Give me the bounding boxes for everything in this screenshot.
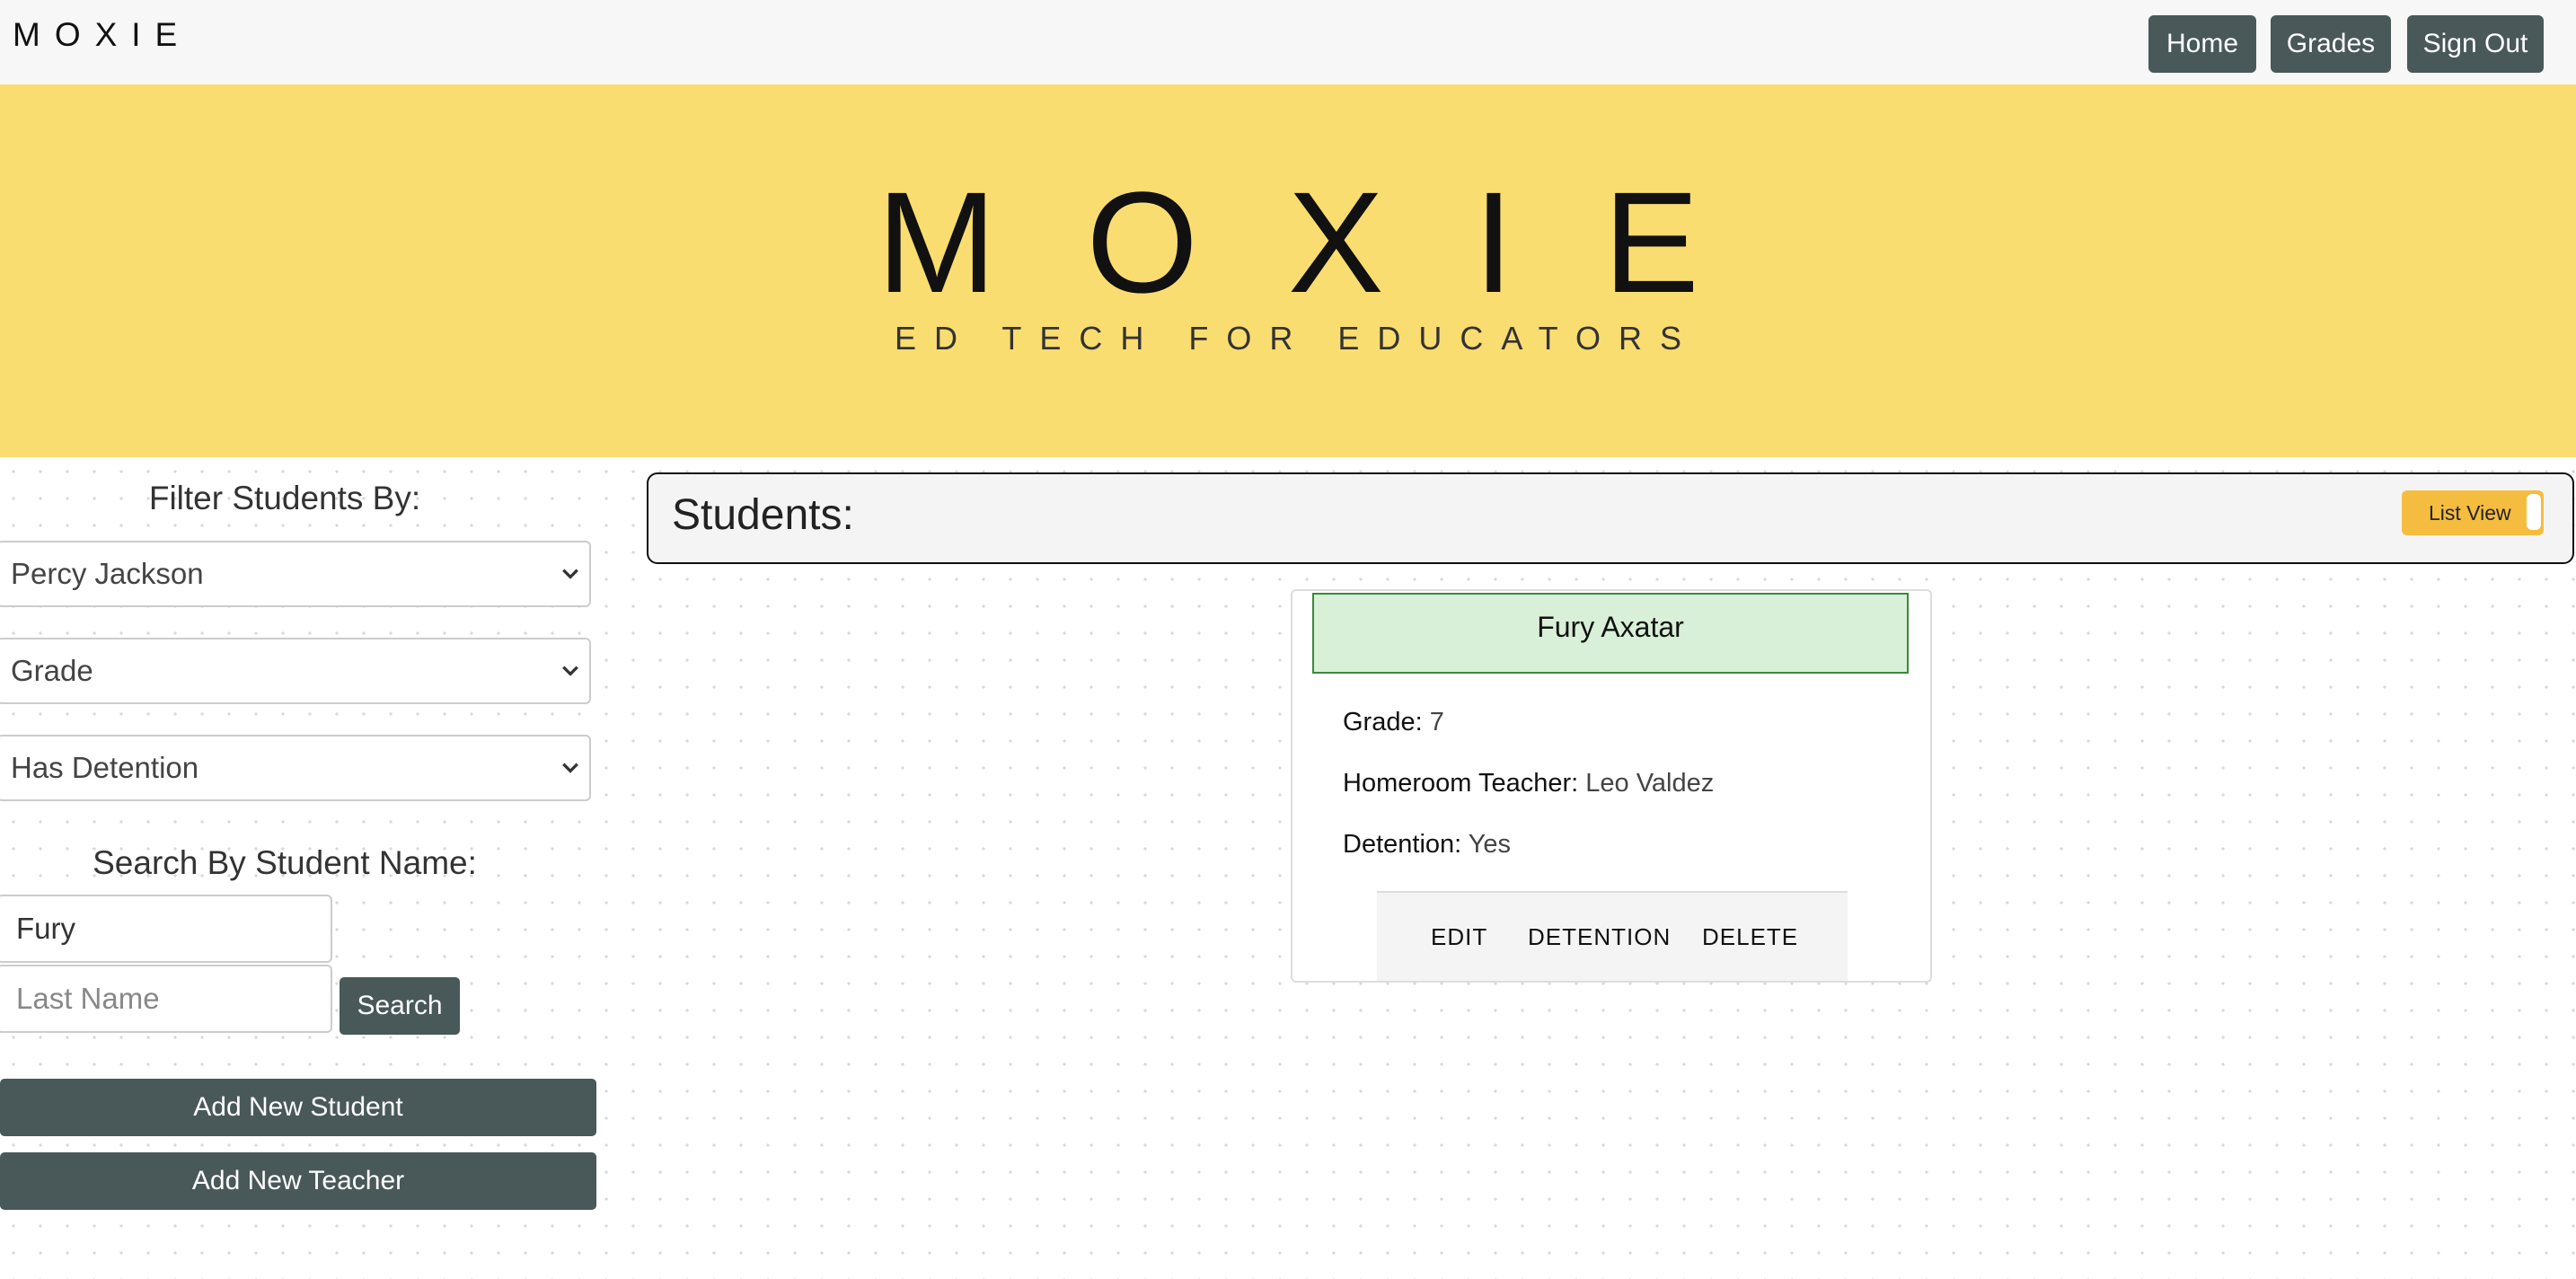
- chevron-down-icon: [562, 569, 578, 579]
- student-card-header: Fury Axatar: [1312, 593, 1909, 674]
- student-name: Fury Axatar: [1537, 611, 1684, 643]
- student-grade: Grade: 7: [1343, 708, 1444, 737]
- filter-title: Filter Students By:: [148, 480, 421, 516]
- grade-value: 7: [1429, 708, 1444, 737]
- hero-tagline: ED TECH FOR EDUCATORS: [894, 320, 1700, 357]
- first-name-input[interactable]: Fury: [0, 895, 332, 963]
- grade-label: Grade:: [1343, 708, 1423, 737]
- sign-out-button[interactable]: Sign Out: [2407, 15, 2544, 73]
- delete-button[interactable]: DELETE: [1702, 923, 1798, 951]
- detention-label: Detention:: [1343, 830, 1462, 859]
- grades-button[interactable]: Grades: [2271, 15, 2391, 73]
- home-button[interactable]: Home: [2148, 15, 2256, 73]
- detention-value: Yes: [1468, 830, 1512, 859]
- hero-logo: MOXIE: [877, 162, 1789, 322]
- hero-banner: MOXIE ED TECH FOR EDUCATORS: [0, 84, 2576, 457]
- detention-button[interactable]: DETENTION: [1528, 923, 1671, 951]
- homeroom-value: Leo Valdez: [1585, 769, 1715, 798]
- grade-filter-value: Grade: [11, 654, 93, 687]
- detention-filter-value: Has Detention: [11, 751, 199, 784]
- teacher-filter-value: Percy Jackson: [11, 557, 204, 590]
- brand-logo[interactable]: MOXIE: [13, 16, 191, 54]
- last-name-input[interactable]: Last Name: [0, 965, 332, 1033]
- add-student-button[interactable]: Add New Student: [0, 1079, 596, 1136]
- list-view-toggle[interactable]: List View: [2402, 490, 2544, 535]
- card-actions: EDIT DETENTION DELETE: [1377, 891, 1848, 981]
- navbar: MOXIE Home Grades Sign Out: [0, 0, 2576, 84]
- students-header: Students: List View: [647, 472, 2574, 564]
- chevron-down-icon: [562, 666, 578, 676]
- homeroom-label: Homeroom Teacher:: [1343, 769, 1579, 798]
- search-title: Search By Student Name:: [93, 844, 477, 881]
- list-view-label: List View: [2429, 501, 2511, 525]
- search-button[interactable]: Search: [340, 977, 460, 1035]
- detention-filter-select[interactable]: Has Detention: [0, 735, 591, 801]
- student-homeroom: Homeroom Teacher: Leo Valdez: [1343, 769, 1714, 798]
- student-card: Fury Axatar Grade: 7 Homeroom Teacher: L…: [1291, 589, 1932, 983]
- toggle-knob: [2527, 494, 2541, 530]
- grade-filter-select[interactable]: Grade: [0, 638, 591, 704]
- student-detention: Detention: Yes: [1343, 830, 1511, 860]
- students-title: Students:: [672, 491, 854, 539]
- add-teacher-button[interactable]: Add New Teacher: [0, 1152, 596, 1210]
- teacher-filter-select[interactable]: Percy Jackson: [0, 541, 591, 607]
- edit-button[interactable]: EDIT: [1431, 923, 1487, 951]
- chevron-down-icon: [562, 763, 578, 773]
